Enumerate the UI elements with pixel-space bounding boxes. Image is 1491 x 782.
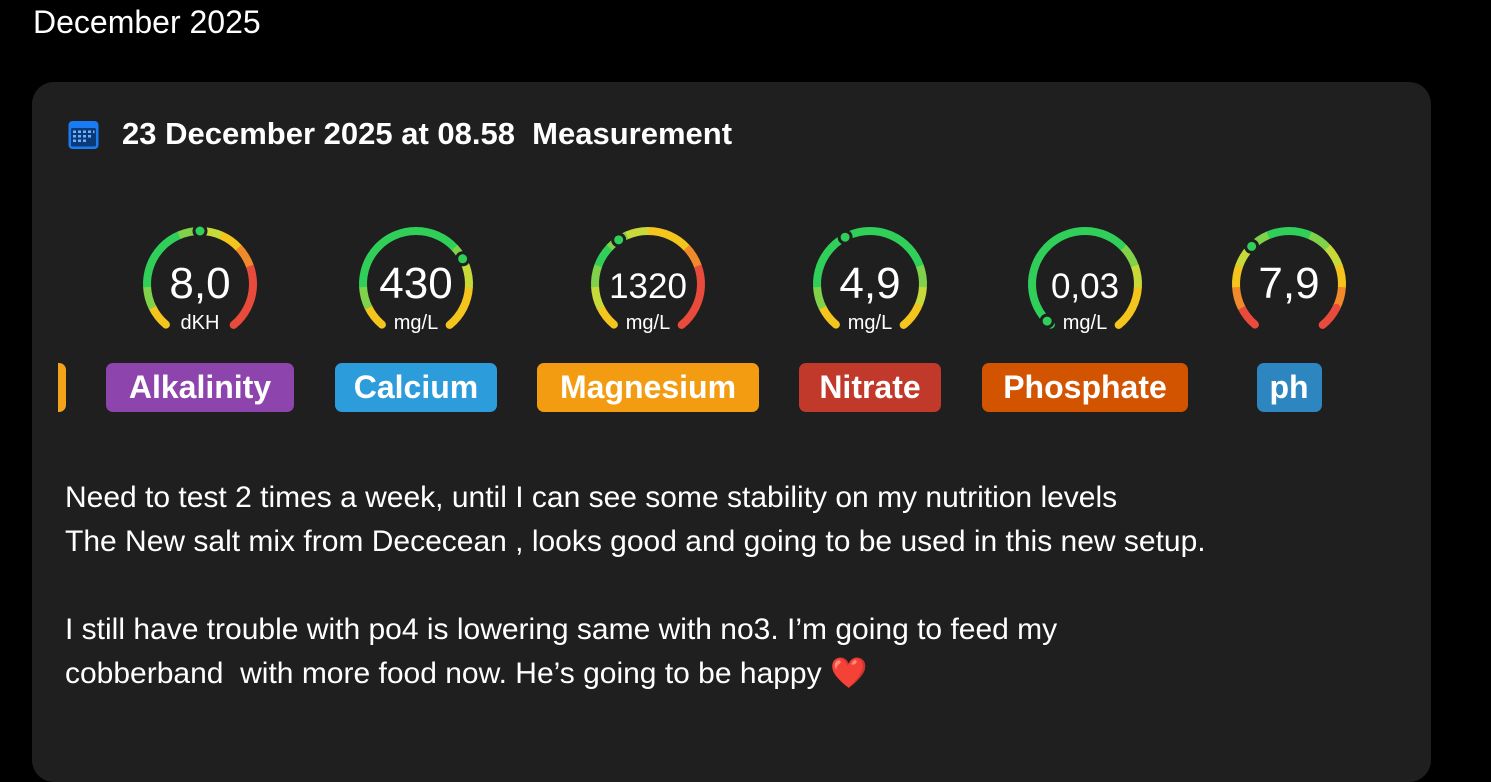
gauge-nitrate: 4,9 mg/L [805,222,935,342]
gauge-unit: mg/L [847,312,893,334]
gauge-segment [847,227,871,240]
partial-badge [58,363,66,412]
gauge-value: 0,03 [1050,267,1120,306]
gauge-segment [667,231,690,251]
badge-phosphate[interactable]: Phosphate [982,363,1188,412]
note-line: cobberband with more food now. He’s goin… [65,652,1405,696]
measurement-card[interactable]: 23 December 2025 at 08.58 Measurement 8,… [32,82,1431,782]
gauge-segment [869,227,894,240]
gauge-segment [647,227,672,240]
gauge-segment [1318,303,1341,329]
month-header: December 2025 [33,4,261,40]
note-line: The New salt mix from Dececean , looks g… [65,525,1206,558]
badge-calcium[interactable]: Calcium [335,363,497,412]
gauge-indicator-dot [611,232,627,248]
gauge-segment [889,231,912,251]
gauge-unit: mg/L [393,312,439,334]
gauge-ph: 7,9 [1224,222,1354,342]
gauge-segment [158,231,182,251]
gauge-unit: mg/L [625,312,671,334]
gauge-magnesium: 1320 mg/L [583,222,713,342]
gauge-phosphate: 0,03 mg/L [1020,222,1150,342]
note-line: I still have trouble with po4 is lowerin… [65,613,1058,646]
card-title: 23 December 2025 at 08.58 Measurement [122,116,733,151]
gauge-value: 4,9 [839,259,901,308]
gauge-value: 1320 [609,267,687,306]
gauge-segment [435,231,458,251]
gauge-segment [1308,231,1331,251]
calendar-icon [68,120,99,149]
badge-magnesium[interactable]: Magnesium [537,363,759,412]
note-gap [65,564,1405,608]
gauge-alkalinity: 8,0 dKH [135,222,265,342]
gauge-segment [1062,227,1086,240]
gauge-segment [1043,231,1067,251]
note-line: Need to test 2 times a week, until I can… [65,481,1118,514]
gauge-segment [374,231,398,251]
gauges-row: 8,0 dKH Alkalinity 430 mg/L Calcium 1320 mg/L Ma… [32,222,1431,422]
gauge-segment [1084,227,1109,240]
gauge-segment [1104,231,1127,251]
badge-ph[interactable]: ph [1256,363,1322,412]
gauge-segment [1266,227,1290,240]
gauge-indicator-dot [192,223,208,239]
gauge-indicator-dot [1244,238,1260,254]
gauge-indicator-dot [837,229,853,245]
gauge-segment [415,227,440,240]
gauge-segment [625,227,649,240]
gauge-segment [1237,303,1259,329]
badge-nitrate[interactable]: Nitrate [799,363,941,412]
card-header: 23 December 2025 at 08.58 Measurement [67,114,732,154]
gauge-unit: dKH [180,312,220,334]
gauge-calcium: 430 mg/L [351,222,481,342]
gauge-unit: mg/L [1062,312,1108,334]
gauge-segment [393,227,417,240]
gauge-segment [219,231,242,251]
notes: Need to test 2 times a week, until I can… [65,476,1405,696]
gauge-value: 7,9 [1258,259,1320,308]
gauge-value: 8,0 [169,259,231,308]
badge-alkalinity[interactable]: Alkalinity [106,363,294,412]
gauge-value: 430 [379,259,453,308]
gauge-segment [1288,227,1313,240]
note-text: cobberband with more food now. He’s goin… [65,657,868,690]
